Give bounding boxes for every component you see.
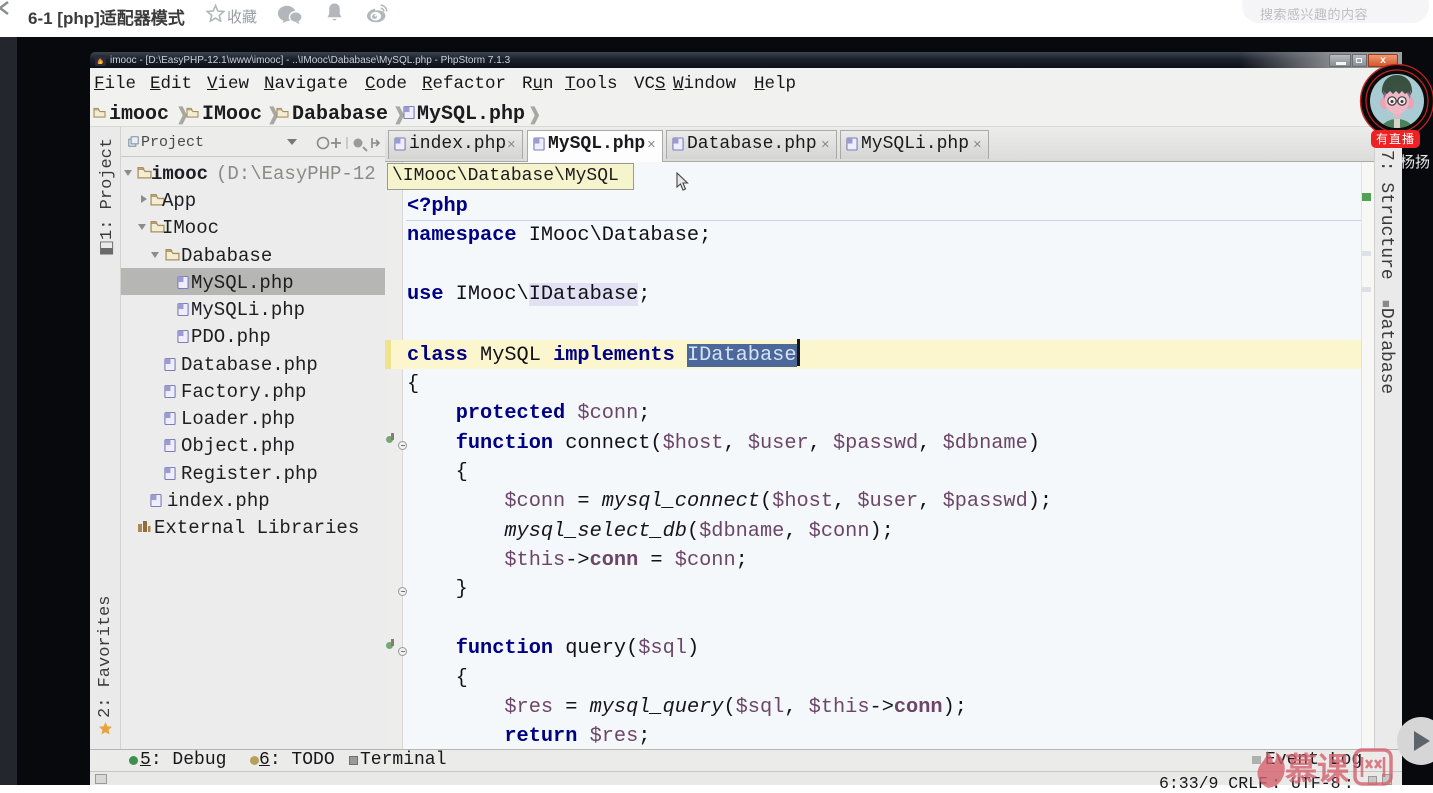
svg-text:慕课: 慕课	[1285, 751, 1350, 787]
